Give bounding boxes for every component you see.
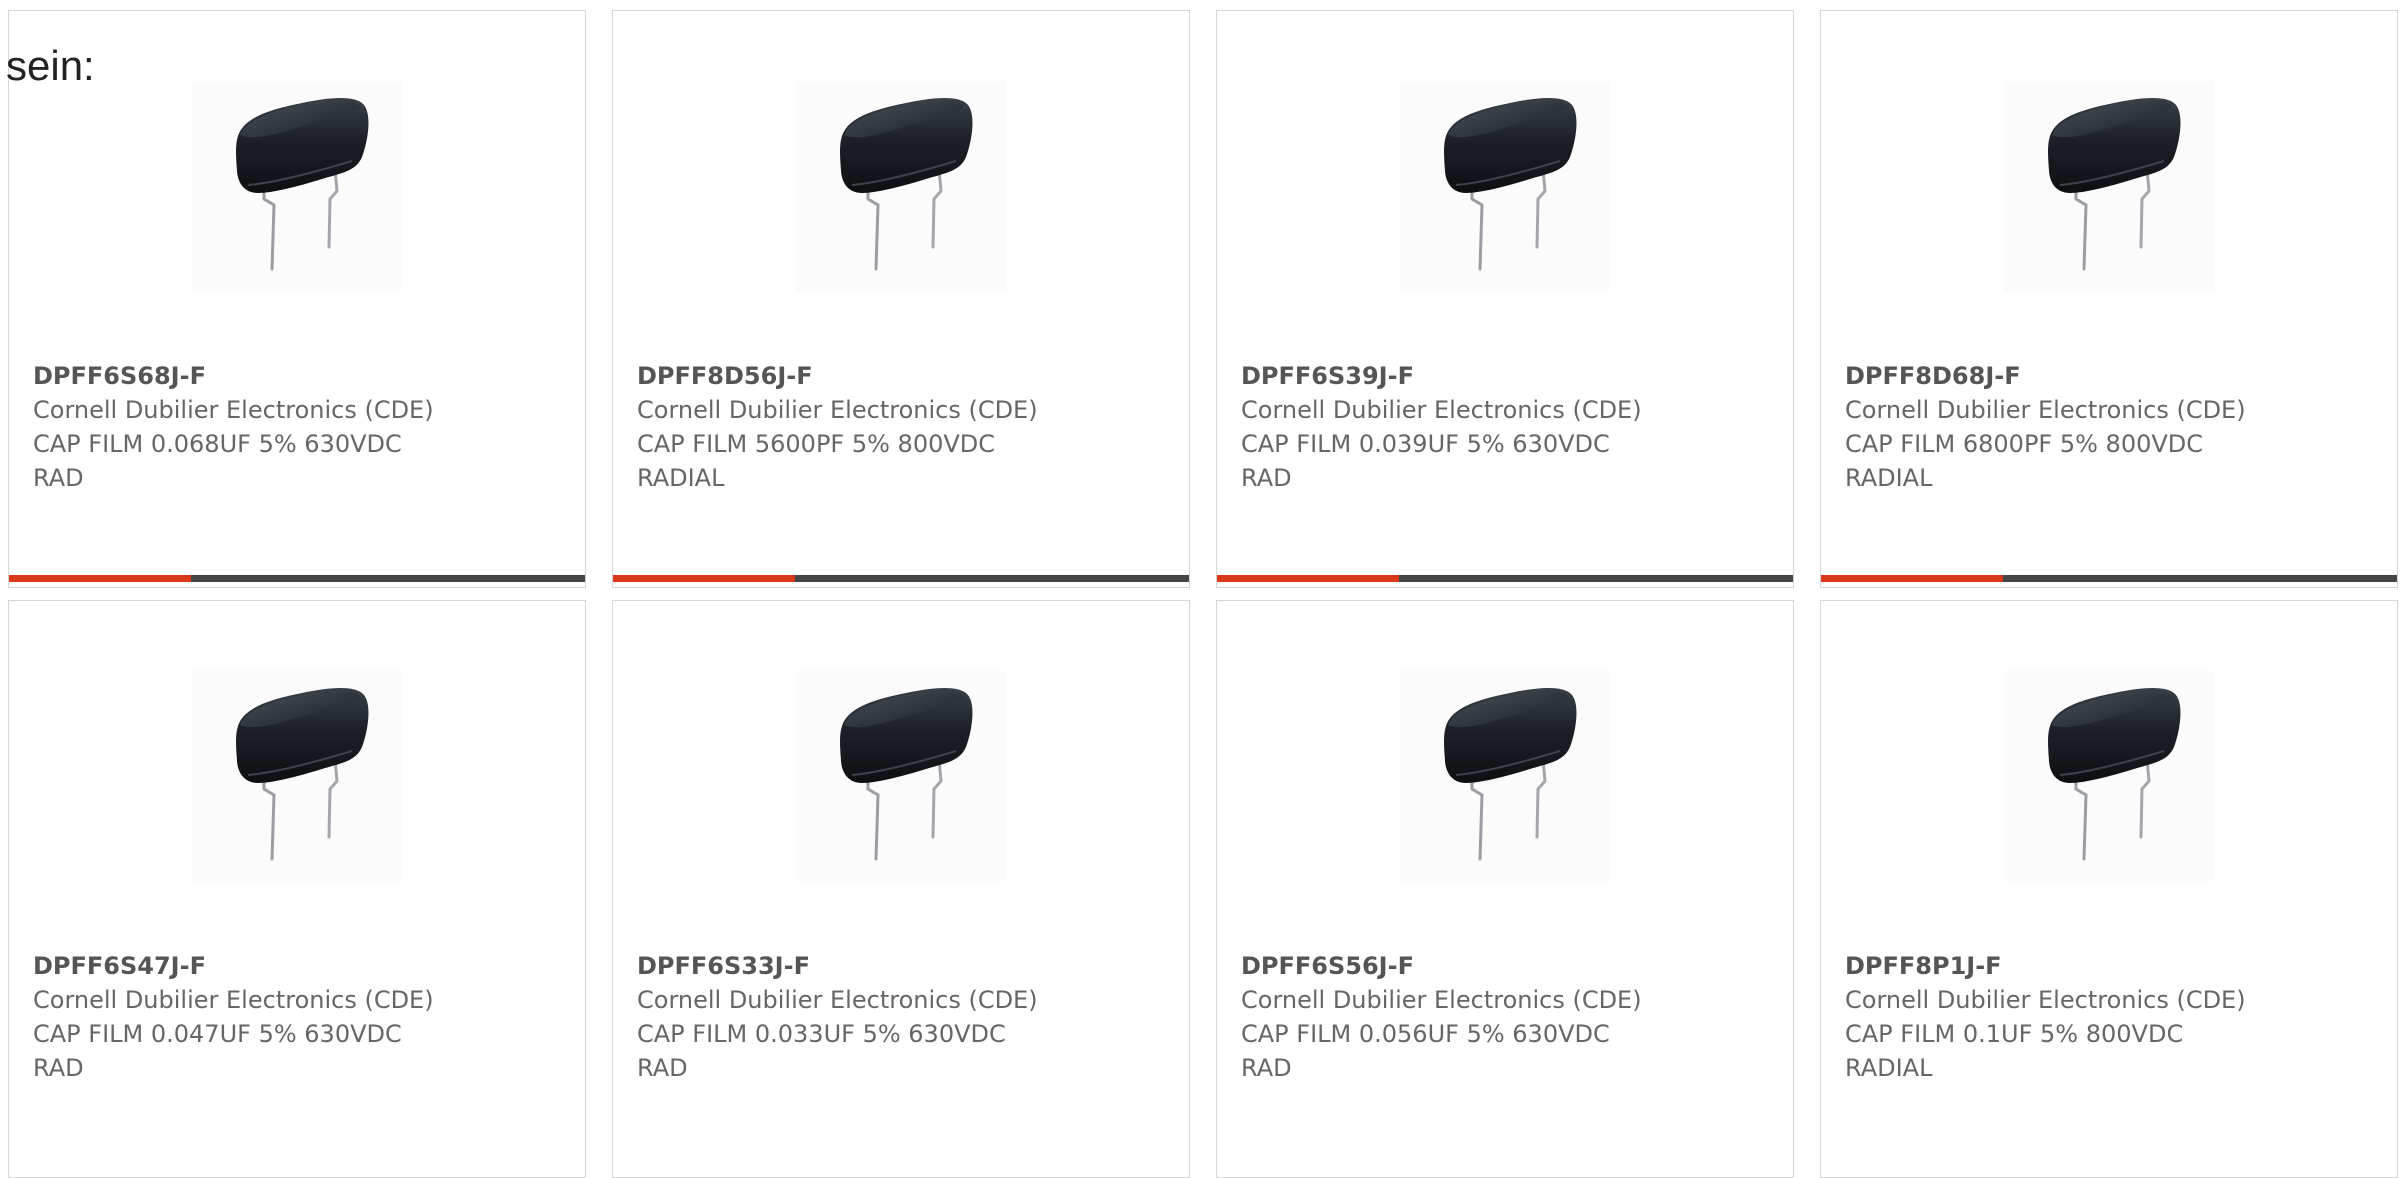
part-number-link[interactable]: DPFF6S68J-F [33, 359, 553, 393]
intro-text: sein: [6, 42, 95, 89]
product-description: CAP FILM 6800PF 5% 800VDC [1845, 430, 2204, 458]
card-footer-bar [613, 575, 1189, 582]
card-footer-bar [1217, 575, 1793, 582]
film-capacitor-image[interactable] [796, 671, 1006, 881]
film-capacitor-image[interactable] [2004, 671, 2214, 881]
product-card[interactable]: DPFF8P1J-F Cornell Dubilier Electronics … [1820, 600, 2398, 1178]
manufacturer-name: Cornell Dubilier Electronics (CDE) [1241, 986, 1642, 1014]
product-card[interactable]: DPFF8D68J-F Cornell Dubilier Electronics… [1820, 10, 2398, 588]
card-footer-bar [9, 575, 585, 582]
manufacturer-name: Cornell Dubilier Electronics (CDE) [33, 986, 434, 1014]
card-footer-accent [1217, 575, 1399, 582]
product-card[interactable]: DPFF6S56J-F Cornell Dubilier Electronics… [1216, 600, 1794, 1178]
product-description: CAP FILM 0.068UF 5% 630VDC [33, 430, 402, 458]
card-footer-accent [1821, 575, 2003, 582]
product-description-cont: RAD [33, 464, 84, 492]
manufacturer-name: Cornell Dubilier Electronics (CDE) [33, 396, 434, 424]
product-description-cont: RADIAL [637, 464, 725, 492]
product-description: CAP FILM 0.1UF 5% 800VDC [1845, 1020, 2184, 1048]
film-capacitor-image[interactable] [2004, 81, 2214, 291]
product-card[interactable]: DPFF6S47J-F Cornell Dubilier Electronics… [8, 600, 586, 1178]
product-card[interactable]: DPFF6S68J-F Cornell Dubilier Electronics… [8, 10, 586, 588]
product-description-cont: RAD [1241, 1054, 1292, 1082]
film-capacitor-image[interactable] [192, 671, 402, 881]
manufacturer-name: Cornell Dubilier Electronics (CDE) [1845, 396, 2246, 424]
part-number-link[interactable]: DPFF6S39J-F [1241, 359, 1761, 393]
part-number-link[interactable]: DPFF8D68J-F [1845, 359, 2365, 393]
product-description: CAP FILM 0.039UF 5% 630VDC [1241, 430, 1610, 458]
product-description: CAP FILM 0.047UF 5% 630VDC [33, 1020, 402, 1048]
card-footer-accent [9, 575, 191, 582]
product-description-cont: RADIAL [1845, 464, 1933, 492]
part-number-link[interactable]: DPFF8P1J-F [1845, 949, 2365, 983]
product-description-cont: RADIAL [1845, 1054, 1933, 1082]
product-description-cont: RAD [1241, 464, 1292, 492]
manufacturer-name: Cornell Dubilier Electronics (CDE) [637, 396, 1038, 424]
manufacturer-name: Cornell Dubilier Electronics (CDE) [1241, 396, 1642, 424]
film-capacitor-image[interactable] [1400, 671, 1610, 881]
product-card[interactable]: DPFF6S33J-F Cornell Dubilier Electronics… [612, 600, 1190, 1178]
part-number-link[interactable]: DPFF8D56J-F [637, 359, 1157, 393]
film-capacitor-image[interactable] [1400, 81, 1610, 291]
part-number-link[interactable]: DPFF6S33J-F [637, 949, 1157, 983]
card-footer-accent [613, 575, 795, 582]
film-capacitor-image[interactable] [796, 81, 1006, 291]
product-description: CAP FILM 0.056UF 5% 630VDC [1241, 1020, 1610, 1048]
product-card[interactable]: DPFF8D56J-F Cornell Dubilier Electronics… [612, 10, 1190, 588]
part-number-link[interactable]: DPFF6S56J-F [1241, 949, 1761, 983]
manufacturer-name: Cornell Dubilier Electronics (CDE) [1845, 986, 2246, 1014]
product-description: CAP FILM 5600PF 5% 800VDC [637, 430, 996, 458]
card-footer-bar [1821, 575, 2397, 582]
product-description-cont: RAD [33, 1054, 84, 1082]
product-description: CAP FILM 0.033UF 5% 630VDC [637, 1020, 1006, 1048]
product-card[interactable]: DPFF6S39J-F Cornell Dubilier Electronics… [1216, 10, 1794, 588]
product-description-cont: RAD [637, 1054, 688, 1082]
film-capacitor-image[interactable] [192, 81, 402, 291]
manufacturer-name: Cornell Dubilier Electronics (CDE) [637, 986, 1038, 1014]
part-number-link[interactable]: DPFF6S47J-F [33, 949, 553, 983]
